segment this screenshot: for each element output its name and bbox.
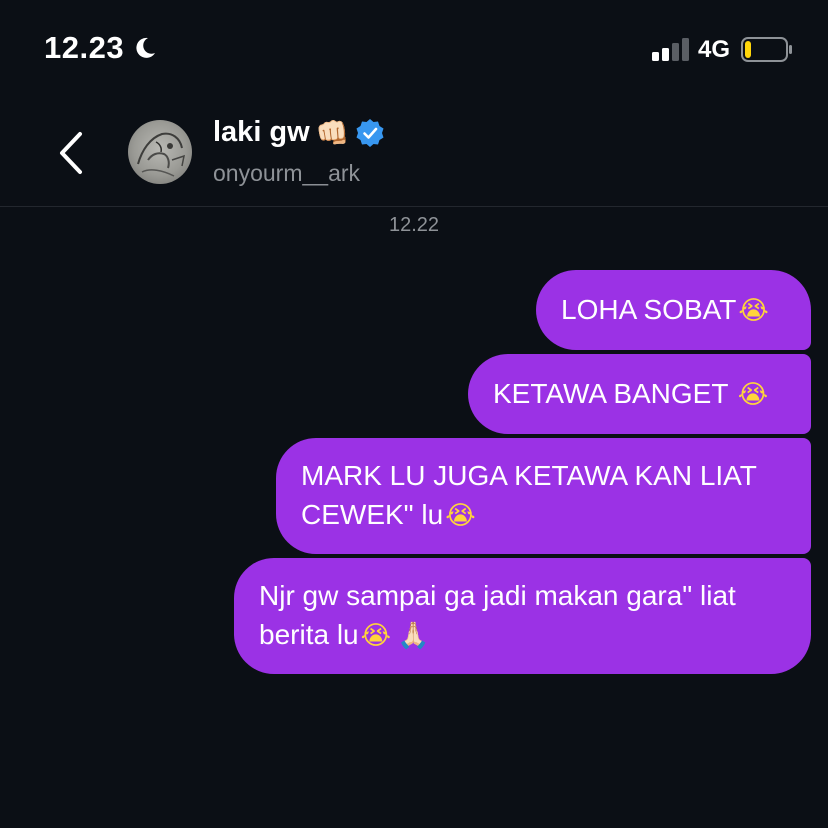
message-timestamp: 12.22 [388,214,440,236]
message-text-content: KETAWA BANGET [493,377,736,409]
crying-emoji-icon: 😭 [445,501,476,531]
sent-message-bubble[interactable]: KETAWA BANGET 😭 [468,354,811,434]
crying-emoji-icon: 😭 [738,295,769,326]
message-text: MARK LU JUGA KETAWA KAN LIAT CEWEK" lu😭 [301,456,785,536]
sent-message-bubble[interactable]: Njr gw sampai ga jadi makan gara" liat b… [234,558,811,674]
contact-avatar[interactable] [128,120,192,184]
battery-low-icon [741,37,792,62]
dm-screen: 12.23 4G laki gw 👊🏻 onyourm__ark 12.22 L… [0,0,828,828]
message-text: LOHA SOBAT😭 [561,290,769,331]
moon-icon [136,37,156,58]
fist-emoji-icon: 👊🏻 [315,117,350,149]
crying-emoji-icon: 😭 [737,379,769,410]
signal-bars-icon [652,38,689,61]
status-bar-time: 12.23 [44,30,158,66]
crying-emoji-icon: 😭 [360,621,392,651]
sent-message-bubble[interactable]: LOHA SOBAT😭 [536,270,811,350]
back-button[interactable] [50,126,94,180]
message-text: KETAWA BANGET 😭 [493,374,768,415]
network-type-label: 4G [698,36,731,63]
contact-name-row[interactable]: laki gw 👊🏻 [213,116,385,149]
verified-badge-icon [356,118,384,147]
sent-message-bubble[interactable]: MARK LU JUGA KETAWA KAN LIAT CEWEK" lu😭 [276,438,811,554]
message-text: Njr gw sampai ga jadi makan gara" liat b… [259,576,785,656]
message-text-content: LOHA SOBAT [561,293,737,325]
message-text-content: MARK LU JUGA KETAWA KAN LIAT CEWEK" lu [301,460,757,530]
contact-username: onyourm__ark [213,160,361,186]
praying-hands-emoji-icon: 🙏🏻 [397,621,430,651]
contact-name: laki gw [213,116,310,148]
message-text-content: Njr gw sampai ga jadi makan gara" liat b… [259,580,736,650]
status-time-label: 12.23 [44,30,125,65]
avatar-sketch-image [137,132,185,177]
header-divider [0,206,828,207]
